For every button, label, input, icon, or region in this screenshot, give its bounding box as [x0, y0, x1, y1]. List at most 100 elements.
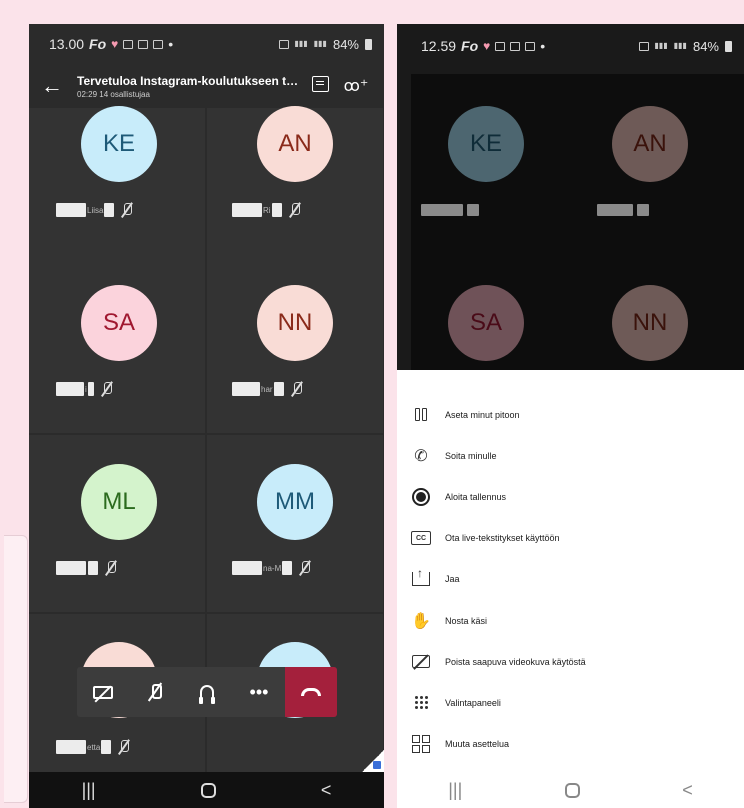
menu-item-hold[interactable]: Aseta minut pitoon [397, 394, 744, 435]
menu-item-dialpad[interactable]: Valintapaneeli [397, 682, 744, 723]
avatar-initials: NN [277, 309, 313, 336]
status-time: 13.00 [49, 36, 85, 52]
mic-off-icon [120, 202, 134, 218]
right-phone-screen: 12.59 Fo ♥ • ▮▮▮ ▮▮▮ 84% KE AN SA NN Aseta … [397, 24, 744, 808]
menu-item-disable-video[interactable]: Poista saapuva videokuva käytöstä [397, 641, 744, 682]
avatar-initials: KE [469, 130, 502, 157]
mic-off-icon [288, 202, 302, 218]
avatar-initials: ML [102, 488, 136, 515]
avatar-initials: AN [633, 130, 667, 157]
dot-icon: • [168, 36, 174, 52]
record-icon [412, 487, 430, 506]
menu-item-record[interactable]: Aloita tallennus [397, 476, 744, 517]
brand-icon: Fo [89, 36, 107, 52]
audio-output-button[interactable] [181, 667, 233, 717]
recents-button[interactable]: ||| [82, 780, 96, 801]
battery-icon [365, 38, 372, 50]
menu-item-change-layout[interactable]: Muuta asettelua [397, 724, 744, 765]
participant-name: Ri [228, 200, 306, 220]
notification-icon [495, 41, 506, 51]
raise-hand-icon: ✋ [411, 612, 431, 630]
phone-hangup-icon [301, 688, 321, 696]
brand-icon: Fo [461, 38, 479, 54]
participant-name: har [228, 379, 308, 399]
dot-icon: • [540, 38, 546, 54]
headset-icon [199, 685, 215, 704]
share-icon [412, 566, 430, 587]
mic-off-icon [104, 560, 118, 576]
participant-name [597, 204, 649, 216]
avatar-initials: AN [278, 130, 312, 157]
menu-item-raise-hand[interactable]: ✋ Nosta käsi [397, 600, 744, 641]
status-bar: 12.59 Fo ♥ • ▮▮▮ ▮▮▮ 84% [397, 24, 744, 68]
notification-icon [510, 41, 521, 51]
participant-avatar: NN [612, 285, 688, 361]
participant-name-text: har [261, 384, 273, 394]
notification-icon [153, 39, 164, 49]
android-nav-bar: ||| < [29, 772, 384, 808]
participant-name [421, 204, 479, 216]
home-button[interactable] [200, 782, 216, 798]
participant-name: etta [52, 737, 135, 757]
participant-avatar: AN [612, 106, 688, 182]
avatar-initials: SA [469, 309, 502, 336]
nav-back-button[interactable]: < [682, 780, 693, 801]
battery-percent: 84% [332, 36, 359, 52]
participant-avatar: MM [257, 464, 333, 540]
avatar-initials: MM [275, 488, 315, 515]
android-nav-bar: ||| < [397, 772, 744, 808]
menu-item-label: Jaa [445, 574, 460, 585]
chat-icon [311, 75, 329, 92]
avatar-initials: SA [102, 309, 135, 336]
ellipsis-icon: ••• [249, 681, 269, 702]
avatar-initials: KE [102, 130, 135, 157]
background-card [4, 535, 28, 803]
more-options-button[interactable]: ••• [233, 667, 285, 717]
nav-back-button[interactable]: < [321, 780, 332, 801]
home-button[interactable] [564, 782, 580, 798]
mute-toggle-button[interactable] [129, 667, 181, 717]
call-header: ← Tervetuloa Instagram-koulutukseen to 2… [29, 64, 384, 108]
menu-item-share[interactable]: Jaa [397, 559, 744, 600]
participant-name-text: Liisa [87, 205, 104, 215]
participant-name: na-M [228, 558, 316, 578]
call-me-icon: ✆ [414, 447, 428, 465]
menu-item-call-me[interactable]: ✆ Soita minulle [397, 435, 744, 476]
camera-toggle-button[interactable] [77, 667, 129, 717]
menu-item-label: Aloita tallennus [445, 491, 507, 502]
participant-avatar: KE [448, 106, 524, 182]
heart-icon: ♥ [111, 37, 119, 51]
menu-item-label: Soita minulle [445, 450, 497, 461]
call-title: Tervetuloa Instagram-koulutukseen to 2..… [77, 73, 302, 88]
battery-percent: 84% [692, 38, 719, 54]
mic-off-icon [148, 683, 162, 701]
layout-icon [412, 735, 430, 754]
participant-avatar: SA [448, 285, 524, 361]
participant-name: Liisa [52, 200, 138, 220]
camera-off-icon [93, 685, 113, 699]
status-bar: 13.00 Fo ♥ • ▮▮▮ ▮▮▮ 84% [29, 24, 384, 64]
mic-off-icon [100, 381, 114, 397]
participant-name-text: na-M [263, 563, 282, 573]
participant-avatar: KE [81, 106, 157, 182]
menu-item-label: Muuta asettelua [445, 739, 510, 750]
signal-icon: ▮▮▮ [294, 39, 308, 48]
back-arrow-icon[interactable]: ← [41, 73, 77, 99]
corner-badge [362, 750, 384, 772]
menu-item-label: Aseta minut pitoon [445, 409, 520, 420]
heart-icon: ♥ [483, 39, 491, 53]
notification-icon [138, 39, 149, 49]
participants-button[interactable]: ꝏ⁺ [338, 76, 374, 96]
pause-icon [411, 405, 431, 425]
hang-up-button[interactable] [285, 667, 337, 717]
participant-name-text: Ri [263, 205, 271, 215]
dimmed-call-view[interactable]: 12.59 Fo ♥ • ▮▮▮ ▮▮▮ 84% KE AN SA NN [397, 24, 744, 370]
status-time: 12.59 [421, 38, 457, 54]
people-add-icon: ꝏ⁺ [343, 78, 369, 95]
signal-icon: ▮▮▮ [313, 39, 327, 48]
menu-item-live-captions[interactable]: CC Ota live-tekstitykset käyttöön [397, 518, 744, 559]
chat-button[interactable] [302, 75, 338, 97]
call-subtitle: 02:29 14 osallistujaa [77, 89, 150, 99]
recents-button[interactable]: ||| [448, 780, 462, 801]
menu-item-label: Nosta käsi [445, 615, 488, 626]
